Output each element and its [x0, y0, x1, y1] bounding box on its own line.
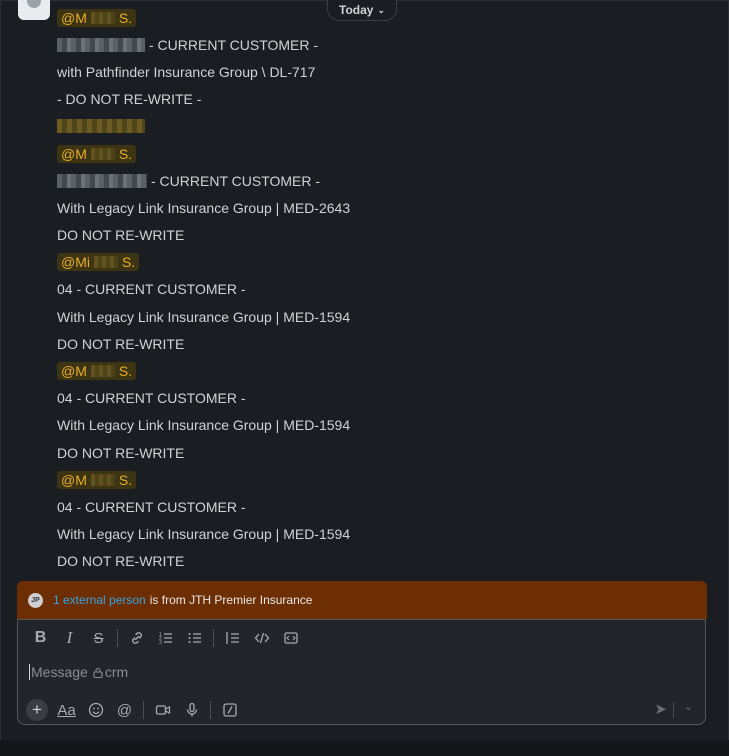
redacted-text	[57, 173, 147, 188]
message-text: DO NOT RE-WRITE	[57, 553, 185, 570]
plus-icon[interactable]: +	[26, 699, 48, 721]
redacted-text	[57, 119, 145, 134]
message-text: 04 - CURRENT CUSTOMER -	[57, 498, 246, 515]
message-line: @M S.	[57, 357, 697, 384]
window-bottom-edge	[0, 740, 729, 756]
message-text: With Legacy Link Insurance Group | MED-1…	[57, 417, 351, 434]
message-body: @M S. - CURRENT CUSTOMER - with Pathfinder …	[57, 4, 697, 575]
user-mention[interactable]: @M S.	[57, 8, 137, 27]
message-line: With Legacy Link Insurance Group | MED-1…	[57, 412, 697, 439]
external-person-link[interactable]: 1 external person	[53, 593, 146, 607]
message-placeholder: Message	[31, 664, 88, 680]
send-icon[interactable]: ➤	[654, 700, 667, 718]
message-line: DO NOT RE-WRITE	[57, 439, 697, 466]
italic-icon[interactable]: I	[55, 626, 84, 650]
message-text: with Pathfinder Insurance Group \ DL-717	[57, 63, 316, 80]
channel-name: crm	[104, 664, 129, 680]
bold-icon[interactable]: B	[26, 626, 55, 650]
user-mention[interactable]: @M S.	[57, 362, 137, 381]
user-mention[interactable]: @M S.	[57, 144, 137, 163]
message-line: @M S.	[57, 140, 697, 167]
strikethrough-icon[interactable]: S	[84, 626, 113, 650]
redacted-name	[90, 365, 115, 378]
redacted-name	[90, 147, 115, 160]
message-text: 04 - CURRENT CUSTOMER -	[57, 281, 246, 298]
message-text: - DO NOT RE-WRITE -	[57, 91, 202, 108]
mic-icon[interactable]	[177, 698, 206, 722]
slash-icon[interactable]	[215, 698, 244, 722]
message-text: 04 - CURRENT CUSTOMER -	[57, 390, 246, 407]
link-icon[interactable]	[122, 626, 151, 650]
svg-text:3: 3	[159, 640, 162, 646]
message-line: @M S.	[57, 4, 697, 31]
message-line: 04 - CURRENT CUSTOMER -	[57, 276, 697, 303]
message-line: DO NOT RE-WRITE	[57, 548, 697, 575]
message-text: With Legacy Link Insurance Group | MED-2…	[57, 199, 351, 216]
format-icon[interactable]: Aa	[52, 698, 81, 722]
composer-actions: + Aa @	[26, 698, 244, 722]
external-org-text: is from JTH Premier Insurance	[149, 593, 313, 607]
message-text: DO NOT RE-WRITE	[57, 227, 185, 244]
toolbar-divider	[117, 629, 118, 647]
message-line: @Mi S.	[57, 249, 697, 276]
external-org-avatar: JP	[28, 592, 43, 608]
message-composer: B I S 123 Message crm + Aa @ ➤ ⌄	[17, 619, 706, 725]
message-line: 04 - CURRENT CUSTOMER -	[57, 385, 697, 412]
external-people-banner: JP 1 external person is from JTH Premier…	[17, 581, 707, 619]
user-mention[interactable]: @M S.	[57, 470, 137, 489]
send-divider	[673, 702, 674, 718]
message-line: with Pathfinder Insurance Group \ DL-717	[57, 58, 697, 85]
message-line: - CURRENT CUSTOMER -	[57, 31, 697, 58]
toolbar-divider	[210, 701, 211, 719]
message-text: DO NOT RE-WRITE	[57, 335, 185, 352]
avatar[interactable]	[18, 0, 50, 20]
message-line	[57, 113, 697, 140]
message-text: - CURRENT CUSTOMER -	[151, 172, 321, 189]
message-text: DO NOT RE-WRITE	[57, 444, 185, 461]
lock-icon	[93, 667, 103, 678]
message-line: With Legacy Link Insurance Group | MED-1…	[57, 521, 697, 548]
message-line: With Legacy Link Insurance Group | MED-1…	[57, 303, 697, 330]
message-line: 04 - CURRENT CUSTOMER -	[57, 493, 697, 520]
message-text: - CURRENT CUSTOMER -	[149, 36, 319, 53]
message-text: With Legacy Link Insurance Group | MED-1…	[57, 526, 351, 543]
toolbar-divider	[143, 701, 144, 719]
bullet-list-icon[interactable]	[180, 626, 209, 650]
formatting-toolbar: B I S 123	[26, 626, 305, 650]
redacted-name	[90, 11, 115, 24]
user-mention[interactable]: @Mi S.	[57, 253, 140, 272]
message-line: DO NOT RE-WRITE	[57, 222, 697, 249]
emoji-icon[interactable]	[81, 698, 110, 722]
message-input[interactable]: Message crm	[29, 664, 128, 680]
ordered-list-icon[interactable]: 123	[151, 626, 180, 650]
chevron-down-icon[interactable]: ⌄	[684, 700, 693, 713]
mention-icon[interactable]: @	[110, 698, 139, 722]
text-caret	[29, 664, 30, 680]
message-line: @M S.	[57, 466, 697, 493]
message-text: With Legacy Link Insurance Group | MED-1…	[57, 308, 351, 325]
message-line: With Legacy Link Insurance Group | MED-2…	[57, 194, 697, 221]
message-line: DO NOT RE-WRITE	[57, 330, 697, 357]
code-icon[interactable]	[247, 626, 276, 650]
message-line: - CURRENT CUSTOMER -	[57, 167, 697, 194]
video-icon[interactable]	[148, 698, 177, 722]
message-line: - DO NOT RE-WRITE -	[57, 86, 697, 113]
redacted-name	[93, 256, 118, 269]
blockquote-icon[interactable]	[218, 626, 247, 650]
redacted-name	[90, 473, 115, 486]
redacted-text	[57, 37, 145, 52]
toolbar-divider	[213, 629, 214, 647]
code-block-icon[interactable]	[276, 626, 305, 650]
